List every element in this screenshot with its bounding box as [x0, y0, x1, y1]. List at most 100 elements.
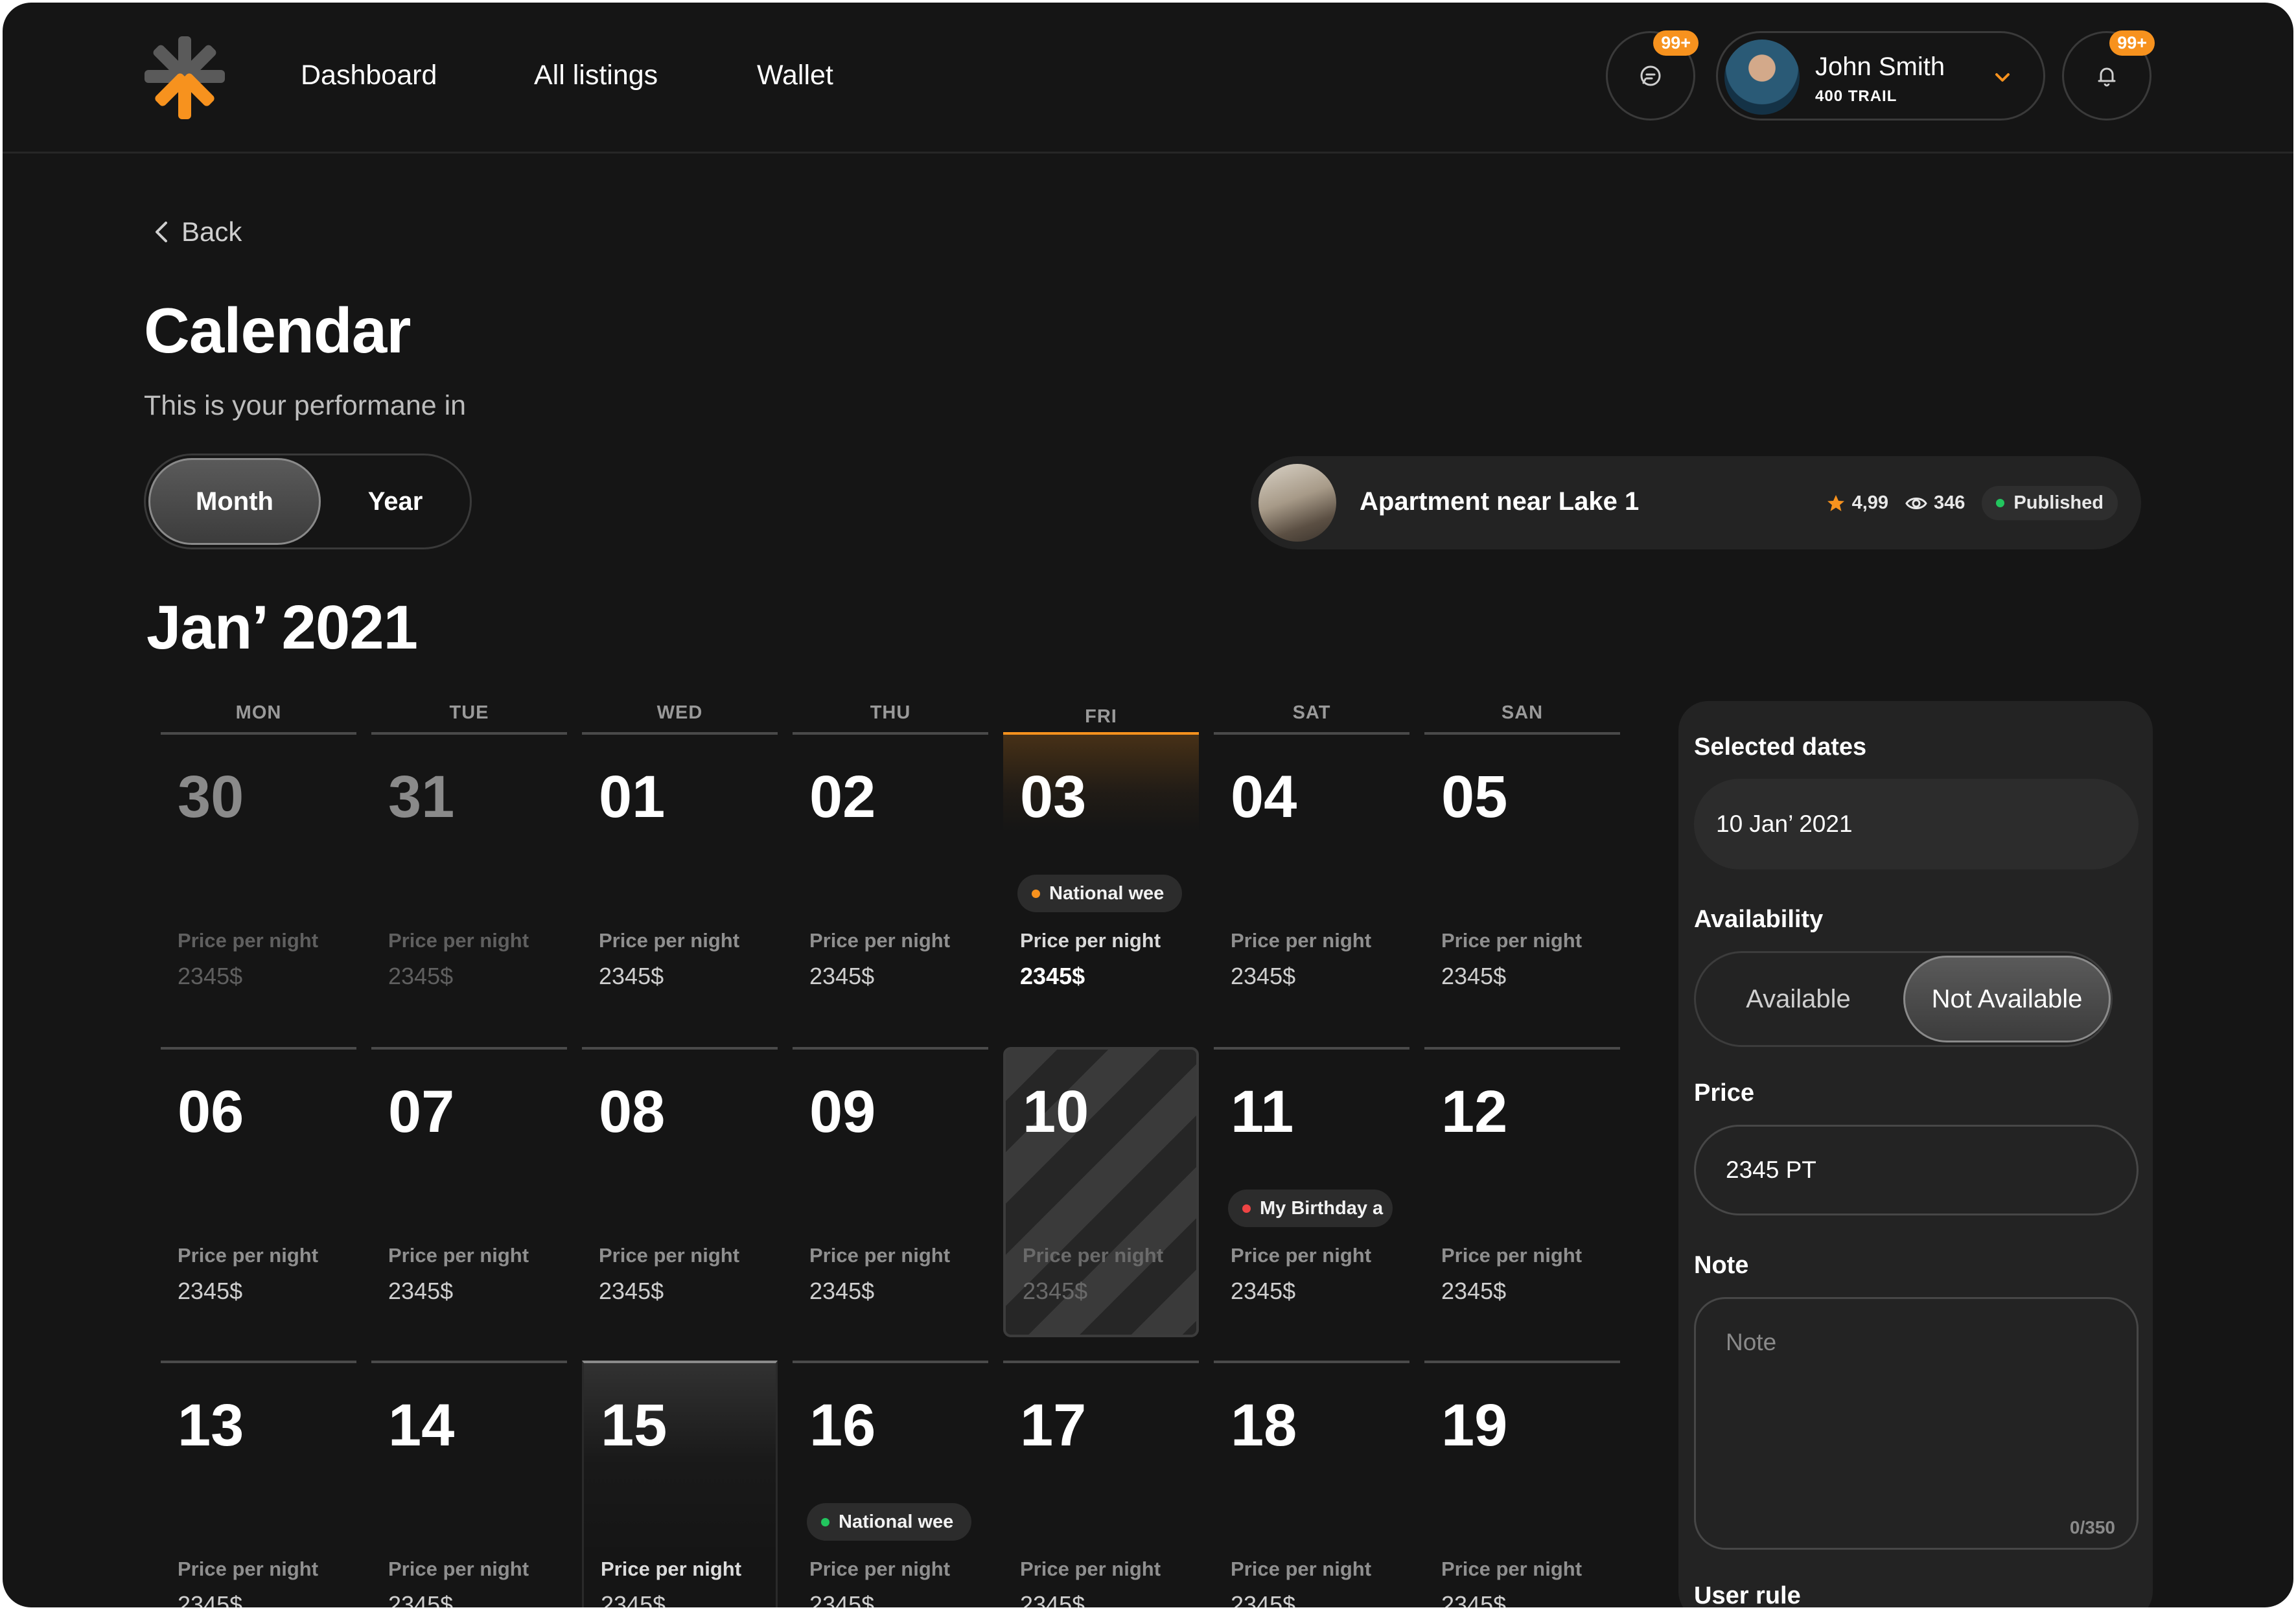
- nav-wallet[interactable]: Wallet: [757, 60, 833, 91]
- price-value: 2345$: [178, 1278, 243, 1304]
- price-per-night-label: Price per night: [1023, 1244, 1164, 1267]
- listing-thumbnail: [1258, 464, 1336, 542]
- price-value: 2345$: [178, 963, 243, 989]
- calendar-day[interactable]: 02 Price per night 2345$: [793, 732, 988, 1022]
- calendar-day[interactable]: 15 Price per night 2345$: [582, 1361, 778, 1607]
- calendar-day[interactable]: 04 Price per night 2345$: [1214, 732, 1409, 1022]
- price-per-night-label: Price per night: [1441, 929, 1583, 952]
- calendar-day[interactable]: 12 Price per night 2345$: [1424, 1047, 1620, 1337]
- price-value: 2345$: [1023, 1278, 1088, 1304]
- price-value: 2345$: [601, 1591, 666, 1607]
- price-per-night-label: Price per night: [1441, 1558, 1583, 1580]
- calendar-day[interactable]: 03 National wee Price per night 2345$: [1003, 732, 1199, 1022]
- price-value: 2345$: [1020, 963, 1085, 989]
- price-per-night-label: Price per night: [601, 1558, 742, 1580]
- price-value: 2345$: [1231, 1591, 1296, 1607]
- calendar-day[interactable]: 01 Price per night 2345$: [582, 732, 778, 1022]
- price-value: 2345$: [1441, 963, 1507, 989]
- price-value: 2345$: [809, 1591, 875, 1607]
- price-value: 2345$: [599, 963, 664, 989]
- user-plan: 400 TRAIL: [1815, 87, 1897, 105]
- calendar-day[interactable]: 31 Price per night 2345$: [371, 732, 567, 1022]
- day-number: 30: [178, 764, 244, 830]
- day-number: 09: [809, 1079, 876, 1145]
- price-value: 2345$: [809, 963, 875, 989]
- day-number: 12: [1441, 1079, 1508, 1145]
- calendar-day[interactable]: 05 Price per night 2345$: [1424, 732, 1620, 1022]
- price-per-night-label: Price per night: [1231, 1558, 1372, 1580]
- calendar-day[interactable]: 07 Price per night 2345$: [371, 1047, 567, 1337]
- price-per-night-label: Price per night: [599, 1244, 740, 1267]
- price-value: 2345$: [388, 963, 454, 989]
- page-title: Calendar: [144, 295, 411, 366]
- nav-dashboard[interactable]: Dashboard: [301, 60, 437, 91]
- status-badge: Published: [1982, 486, 2118, 520]
- calendar-day[interactable]: 06 Price per night 2345$: [161, 1047, 356, 1337]
- price-per-night-label: Price per night: [178, 1558, 319, 1580]
- listing-views: 346: [1905, 492, 1965, 514]
- listing-meta: 4,99 346 Published: [1826, 486, 2118, 520]
- user-rule-label: User rule: [1694, 1582, 1801, 1607]
- calendar-day[interactable]: 11 My Birthday a Price per night 2345$: [1214, 1047, 1409, 1337]
- calendar-day[interactable]: 13 Price per night 2345$: [161, 1361, 356, 1607]
- back-button[interactable]: Back: [152, 216, 242, 247]
- calendar-day[interactable]: 16 National wee Price per night 2345$: [793, 1361, 988, 1607]
- price-per-night-label: Price per night: [809, 1244, 951, 1267]
- day-number: 16: [809, 1392, 876, 1458]
- event-chip[interactable]: National wee: [807, 1503, 971, 1541]
- calendar-day[interactable]: 30 Price per night 2345$: [161, 732, 356, 1022]
- calendar-day[interactable]: 10 Price per night 2345$: [1003, 1047, 1199, 1337]
- messages-button[interactable]: 99+: [1606, 30, 1699, 121]
- weekday-header: SAT: [1292, 702, 1331, 723]
- note-textarea[interactable]: [1694, 1297, 2139, 1550]
- day-number: 15: [601, 1392, 667, 1458]
- notifications-badge: 99+: [2109, 30, 2155, 56]
- event-chip[interactable]: National wee: [1017, 875, 1182, 912]
- month-label: Jan’ 2021: [146, 593, 418, 662]
- top-bar: Dashboard All listings Wallet 99+ John S…: [3, 3, 2293, 154]
- selected-dates-value: 10 Jan’ 2021: [1716, 811, 1853, 837]
- availability-not-available[interactable]: Not Available: [1903, 956, 2111, 1042]
- day-number: 04: [1231, 764, 1297, 830]
- calendar-day[interactable]: 14 Price per night 2345$: [371, 1361, 567, 1607]
- price-per-night-label: Price per night: [1020, 1558, 1161, 1580]
- price-value: 2345$: [1441, 1278, 1507, 1304]
- toggle-year[interactable]: Year: [321, 455, 470, 547]
- messages-badge: 99+: [1653, 30, 1699, 56]
- notifications-button[interactable]: 99+: [2062, 30, 2155, 121]
- price-input[interactable]: [1694, 1125, 2139, 1215]
- day-number: 13: [178, 1392, 244, 1458]
- selected-dates-field[interactable]: 10 Jan’ 2021: [1694, 779, 2139, 869]
- eye-icon: [1905, 497, 1927, 509]
- calendar-day[interactable]: 19 Price per night 2345$: [1424, 1361, 1620, 1607]
- note-label: Note: [1694, 1252, 1749, 1279]
- chevron-down-icon[interactable]: [1991, 67, 2013, 89]
- price-value: 2345$: [1231, 963, 1296, 989]
- calendar-day[interactable]: 08 Price per night 2345$: [582, 1047, 778, 1337]
- brand-logo-icon[interactable]: [141, 36, 228, 119]
- calendar-day[interactable]: 18 Price per night 2345$: [1214, 1361, 1409, 1607]
- toggle-month[interactable]: Month: [148, 458, 321, 545]
- weekday-header: TUE: [449, 702, 489, 723]
- calendar-day[interactable]: 17 Price per night 2345$: [1003, 1361, 1199, 1607]
- day-number: 08: [599, 1079, 666, 1145]
- price-per-night-label: Price per night: [1231, 1244, 1372, 1267]
- day-number: 17: [1020, 1392, 1087, 1458]
- nav-all-listings[interactable]: All listings: [534, 60, 658, 91]
- chat-icon: [1640, 65, 1661, 86]
- day-number: 18: [1231, 1392, 1297, 1458]
- note-counter: 0/350: [2069, 1517, 2115, 1537]
- day-number: 02: [809, 764, 876, 830]
- price-per-night-label: Price per night: [178, 929, 319, 952]
- event-chip[interactable]: My Birthday a: [1228, 1190, 1393, 1227]
- user-menu[interactable]: John Smith 400 TRAIL: [1716, 31, 2045, 121]
- calendar-day[interactable]: 09 Price per night 2345$: [793, 1047, 988, 1337]
- availability-available[interactable]: Available: [1696, 953, 1901, 1045]
- day-number: 14: [388, 1392, 455, 1458]
- listing-card[interactable]: Apartment near Lake 1 4,99 346 Published: [1251, 456, 2141, 549]
- avatar: [1724, 40, 1800, 115]
- price-value: 2345$: [1231, 1278, 1296, 1304]
- day-number: 19: [1441, 1392, 1508, 1458]
- back-label: Back: [181, 216, 242, 247]
- price-per-night-label: Price per night: [388, 1558, 529, 1580]
